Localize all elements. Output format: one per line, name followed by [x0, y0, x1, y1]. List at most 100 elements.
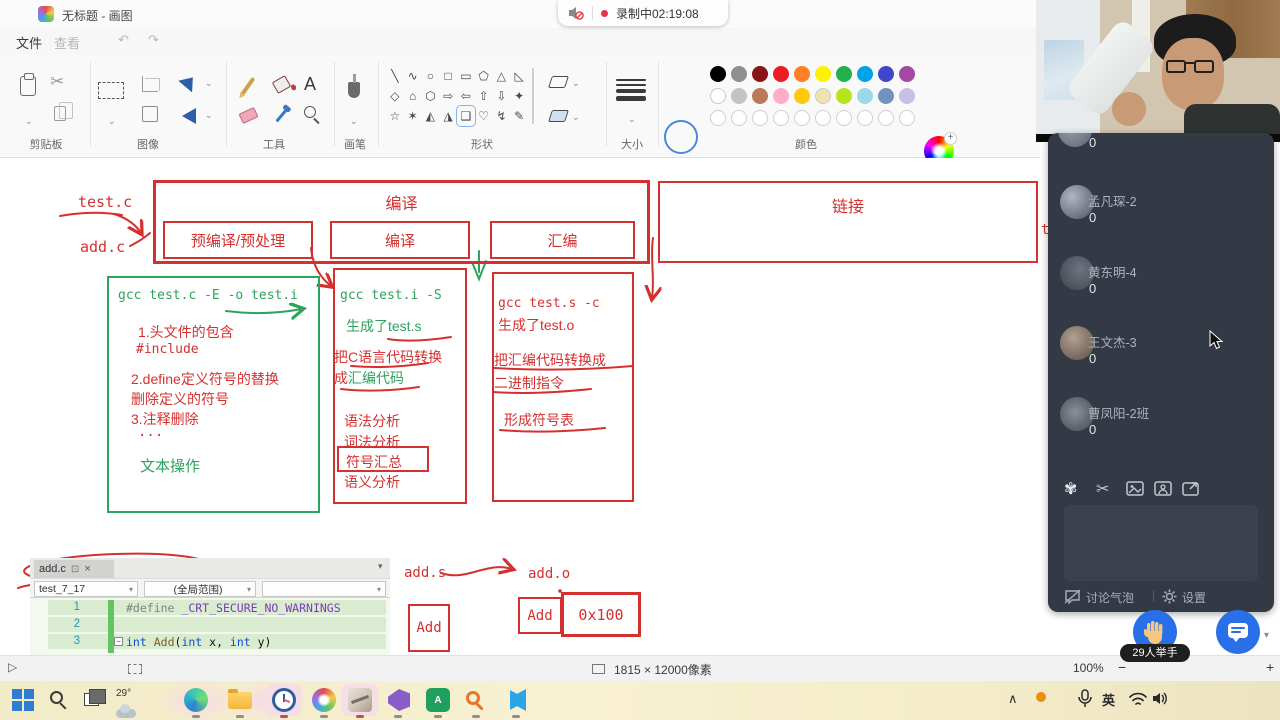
paint-canvas[interactable]: test.c add.c 编译 预编译/预处理 编译 汇编 链接 t gcc t…	[0, 158, 1049, 658]
chevron-down-icon[interactable]: ⌄	[205, 110, 213, 121]
color-swatch[interactable]	[773, 88, 789, 104]
shape-tool[interactable]: ✎	[510, 106, 528, 126]
color-swatch[interactable]	[710, 110, 726, 126]
color-swatch[interactable]	[899, 88, 915, 104]
size-icon[interactable]	[616, 76, 646, 101]
chat-button[interactable]	[1216, 610, 1260, 654]
shape-tool[interactable]: ◭	[422, 106, 440, 126]
color-swatch[interactable]	[836, 88, 852, 104]
fill-icon[interactable]	[271, 75, 292, 94]
color-swatch[interactable]	[857, 88, 873, 104]
color-swatch[interactable]	[710, 66, 726, 82]
chevron-down-icon[interactable]: ⌄	[108, 116, 116, 127]
paint-taskbar-icon[interactable]	[312, 688, 336, 712]
shape-tool[interactable]: ♡	[475, 106, 493, 126]
flip-icon[interactable]	[182, 108, 196, 124]
pencil-icon[interactable]	[240, 76, 255, 96]
meeting-sidebar[interactable]: 0 孟凡琛-2 0 黄东明-4 0 王文杰-3 0 曹凤阳-2班 0 ✾ ✂ 讨…	[1048, 133, 1274, 612]
color-swatch[interactable]	[794, 110, 810, 126]
shape-tool[interactable]: ✶	[404, 106, 422, 126]
image-icon[interactable]	[1126, 481, 1144, 496]
paste-icon[interactable]	[20, 73, 36, 96]
shape-tool[interactable]: ◮	[439, 106, 457, 126]
person-image-icon[interactable]	[1154, 481, 1172, 496]
color-swatch[interactable]	[878, 66, 894, 82]
color-swatch[interactable]	[773, 110, 789, 126]
color-swatch[interactable]	[815, 110, 831, 126]
menu-file[interactable]: 文件	[16, 33, 42, 52]
shape-tool[interactable]: ⇨	[439, 86, 457, 106]
bubble-off-icon[interactable]	[1064, 589, 1082, 604]
search-tool-icon[interactable]	[466, 691, 480, 705]
visual-studio-icon[interactable]	[388, 689, 410, 711]
color-swatch[interactable]	[794, 88, 810, 104]
microphone-icon[interactable]	[1078, 689, 1092, 709]
shape-tool[interactable]: ⇦	[457, 86, 475, 106]
color-swatch[interactable]	[857, 110, 873, 126]
color-swatch[interactable]	[815, 66, 831, 82]
bubble-toggle-label[interactable]: 讨论气泡	[1086, 589, 1134, 606]
eraser-icon[interactable]	[238, 106, 259, 125]
shape-tool[interactable]: ⇧	[475, 86, 493, 106]
shape-tool[interactable]: ◺	[510, 66, 528, 86]
chevron-down-icon[interactable]: ⌄	[572, 112, 580, 123]
shape-tool[interactable]: □	[439, 66, 457, 86]
shape-tool[interactable]: ▭	[457, 66, 475, 86]
color1-swatch[interactable]	[664, 120, 698, 154]
chat-input[interactable]	[1064, 505, 1258, 581]
shape-tool[interactable]: ⌂	[404, 86, 422, 106]
color-swatch[interactable]	[773, 66, 789, 82]
shape-tool[interactable]: ⬠	[475, 66, 493, 86]
color-swatch[interactable]	[710, 88, 726, 104]
photo-app-icon[interactable]	[348, 688, 372, 712]
brush-icon[interactable]	[348, 74, 360, 98]
color-swatch[interactable]	[752, 66, 768, 82]
color-swatch[interactable]	[899, 66, 915, 82]
key-tray-icon[interactable]	[1036, 692, 1046, 702]
color-swatch[interactable]	[878, 88, 894, 104]
magnifier-icon[interactable]	[304, 106, 316, 118]
shape-tool[interactable]: ❑	[456, 105, 476, 127]
menu-view[interactable]: 查看	[54, 33, 80, 52]
shape-tool[interactable]: ◇	[386, 86, 404, 106]
share-icon[interactable]	[1182, 481, 1200, 496]
color-swatch[interactable]	[731, 110, 747, 126]
clock-app-icon[interactable]	[272, 688, 296, 712]
settings-label[interactable]: 设置	[1182, 589, 1206, 606]
color-swatch[interactable]	[731, 66, 747, 82]
recording-pill[interactable]: 录制中02:19:08	[558, 0, 728, 26]
color-swatch[interactable]	[836, 66, 852, 82]
shape-tool[interactable]: ╲	[386, 66, 404, 86]
shape-tool[interactable]: △	[493, 66, 511, 86]
vscode-icon[interactable]	[510, 689, 526, 711]
taskbar-search-icon[interactable]	[50, 691, 63, 704]
wifi-icon[interactable]	[1128, 691, 1148, 706]
crop-icon[interactable]	[142, 76, 160, 92]
shape-outline-icon[interactable]	[548, 76, 569, 88]
rotate-icon[interactable]	[178, 71, 200, 93]
chevron-down-icon[interactable]: ⌄	[25, 116, 33, 127]
task-view-icon[interactable]	[84, 689, 106, 706]
start-button[interactable]	[12, 689, 34, 711]
undo-icon[interactable]: ↶	[118, 32, 129, 48]
edge-icon[interactable]	[184, 688, 208, 712]
gear-icon[interactable]	[1162, 589, 1177, 604]
select-icon[interactable]	[98, 82, 124, 99]
shape-tool[interactable]: ⬡	[422, 86, 440, 106]
weather-widget[interactable]: 29°	[116, 683, 136, 718]
color-swatch[interactable]	[836, 110, 852, 126]
color-swatch[interactable]	[878, 110, 894, 126]
shape-tool[interactable]: ○	[422, 66, 440, 86]
shape-fill-icon[interactable]	[548, 110, 569, 122]
resize-icon[interactable]	[142, 106, 158, 122]
color-swatch[interactable]	[752, 88, 768, 104]
ime-indicator[interactable]: 英	[1102, 690, 1115, 709]
chevron-down-icon[interactable]: ⌄	[205, 78, 213, 89]
color-swatch[interactable]	[794, 66, 810, 82]
chevron-down-icon[interactable]: ⌄	[628, 114, 636, 125]
color-swatch[interactable]	[731, 88, 747, 104]
chevron-down-icon[interactable]: ⌄	[350, 116, 358, 127]
color-swatch[interactable]	[815, 88, 831, 104]
shape-tool[interactable]: ☆	[386, 106, 404, 126]
color-swatch[interactable]	[752, 110, 768, 126]
